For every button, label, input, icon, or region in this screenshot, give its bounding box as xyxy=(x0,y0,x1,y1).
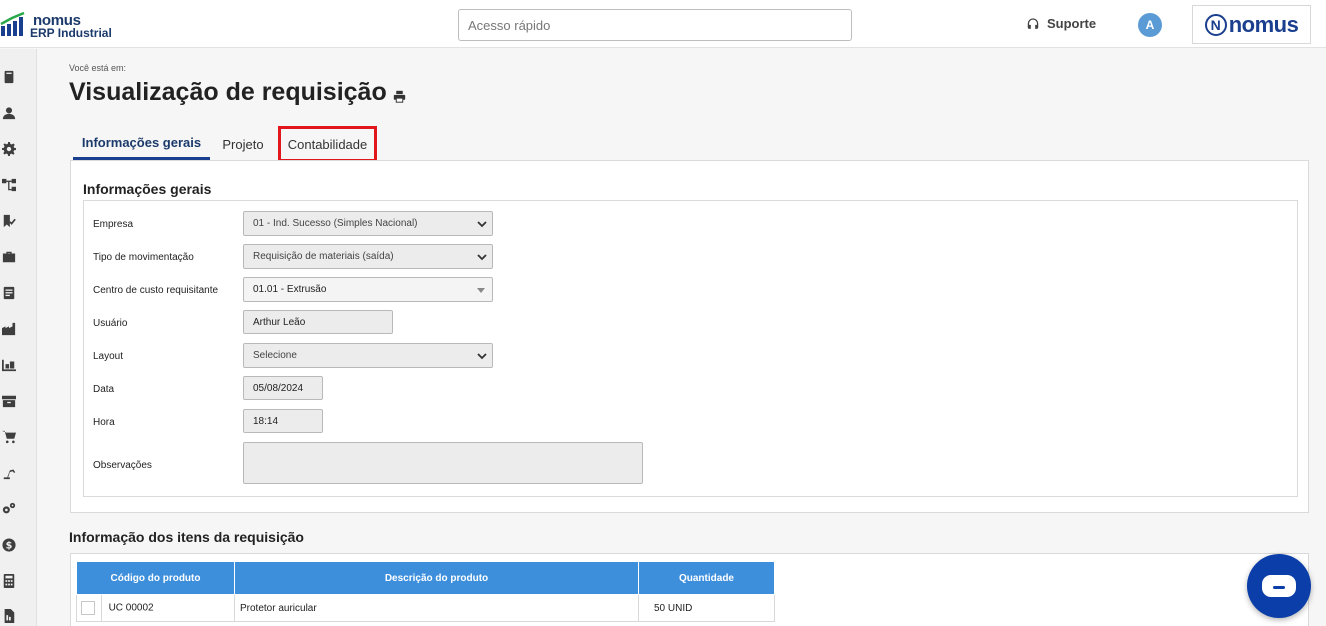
tab-informacoes-gerais[interactable]: Informações gerais xyxy=(73,128,210,160)
factory-icon[interactable] xyxy=(2,322,16,336)
tab-projeto[interactable]: Projeto xyxy=(215,128,271,160)
table-header-row: Código do produto Descrição do produto Q… xyxy=(76,561,775,595)
robot-arm-icon[interactable] xyxy=(2,466,16,480)
calculator-icon[interactable] xyxy=(2,574,16,588)
hora-field[interactable]: 18:14 xyxy=(243,409,323,433)
row-quantity: 50 UNID xyxy=(638,594,775,622)
page-title-text: Visualização de requisição xyxy=(69,78,387,106)
centro-custo-label: Centro de custo requisitante xyxy=(93,285,219,296)
row-code-cell: UC 00002 xyxy=(76,594,235,622)
row-description: Protetor auricular xyxy=(234,594,639,622)
page-title: Visualização de requisição xyxy=(69,78,406,107)
section-title-informacoes-gerais: Informações gerais xyxy=(83,181,212,197)
support-label: Suporte xyxy=(1047,16,1097,31)
chevron-down-icon xyxy=(477,352,487,359)
observacoes-label: Observações xyxy=(93,460,152,471)
user-icon[interactable] xyxy=(2,106,16,120)
gears-icon[interactable] xyxy=(2,502,16,516)
headset-icon xyxy=(1027,17,1039,29)
invoice-icon[interactable] xyxy=(2,286,16,300)
contabilidade-highlight-box xyxy=(278,126,377,162)
print-icon[interactable] xyxy=(393,90,406,103)
items-table-container: Código do produto Descrição do produto Q… xyxy=(70,553,1309,626)
usuario-label: Usuário xyxy=(93,318,128,329)
archive-box-icon[interactable] xyxy=(2,394,16,408)
layout-label: Layout xyxy=(93,351,124,362)
hora-label: Hora xyxy=(93,417,115,428)
data-label: Data xyxy=(93,384,115,395)
logo-bars-icon xyxy=(0,12,25,36)
section-title-itens: Informação dos itens da requisição xyxy=(69,529,304,545)
gear-icon[interactable] xyxy=(2,142,16,156)
cart-icon[interactable] xyxy=(2,430,16,444)
org-chart-icon[interactable] xyxy=(2,178,16,192)
col-codigo-produto[interactable]: Código do produto xyxy=(76,561,235,595)
items-table: Código do produto Descrição do produto Q… xyxy=(76,561,775,622)
layout-value: Selecione xyxy=(253,350,297,361)
briefcase-icon[interactable] xyxy=(2,250,16,264)
empresa-select[interactable]: 01 - Ind. Sucesso (Simples Nacional) xyxy=(243,211,493,236)
col-descricao-produto[interactable]: Descrição do produto xyxy=(234,561,639,595)
tipo-movimentacao-label: Tipo de movimentação xyxy=(93,252,194,263)
row-code: UC 00002 xyxy=(108,602,154,614)
dollar-icon[interactable]: $ xyxy=(2,538,16,552)
chat-button[interactable] xyxy=(1247,554,1311,618)
chat-bubble-icon xyxy=(1262,575,1296,597)
chevron-down-icon xyxy=(477,253,487,260)
chevron-down-icon xyxy=(477,220,487,227)
centro-custo-value: 01.01 - Extrusão xyxy=(253,284,327,295)
quick-access-search-input[interactable] xyxy=(458,9,852,41)
warehouse-icon[interactable] xyxy=(2,358,16,372)
svg-text:$: $ xyxy=(6,541,13,552)
observacoes-textarea[interactable] xyxy=(243,442,643,484)
layout-select[interactable]: Selecione xyxy=(243,343,493,368)
cell-divider xyxy=(100,595,102,621)
table-row[interactable]: UC 00002 Protetor auricular 50 UNID xyxy=(76,594,775,622)
general-info-panel: Informações gerais Empresa 01 - Ind. Suc… xyxy=(70,160,1309,513)
flag-check-icon[interactable] xyxy=(2,214,16,228)
centro-custo-select[interactable]: 01.01 - Extrusão xyxy=(243,277,493,302)
brand-name: nomus xyxy=(1228,11,1299,37)
report-icon[interactable] xyxy=(2,609,16,623)
user-avatar[interactable]: A xyxy=(1138,13,1162,37)
top-bar: nomus ERP Industrial Suporte A N nomus xyxy=(0,0,1326,48)
support-link[interactable]: Suporte xyxy=(1026,16,1096,31)
tipo-movimentacao-value: Requisição de materiais (saída) xyxy=(253,251,394,262)
data-field[interactable]: 05/08/2024 xyxy=(243,376,323,400)
brand-n-icon: N xyxy=(1204,13,1227,36)
usuario-field[interactable]: Arthur Leão xyxy=(243,310,393,334)
row-select-checkbox[interactable] xyxy=(81,601,95,615)
col-quantidade[interactable]: Quantidade xyxy=(638,561,775,595)
general-info-form: Empresa 01 - Ind. Sucesso (Simples Nacio… xyxy=(83,200,1298,497)
tipo-movimentacao-select[interactable]: Requisição de materiais (saída) xyxy=(243,244,493,269)
nomus-brand-logo: N nomus xyxy=(1192,5,1311,44)
empresa-value: 01 - Ind. Sucesso (Simples Nacional) xyxy=(253,218,418,229)
book-icon[interactable] xyxy=(2,70,16,84)
logo-subtitle: ERP Industrial xyxy=(30,26,112,40)
empresa-label: Empresa xyxy=(93,219,134,230)
caret-down-icon xyxy=(477,287,485,293)
sidebar: $ xyxy=(0,49,37,626)
breadcrumb: Você está em: xyxy=(69,63,127,73)
